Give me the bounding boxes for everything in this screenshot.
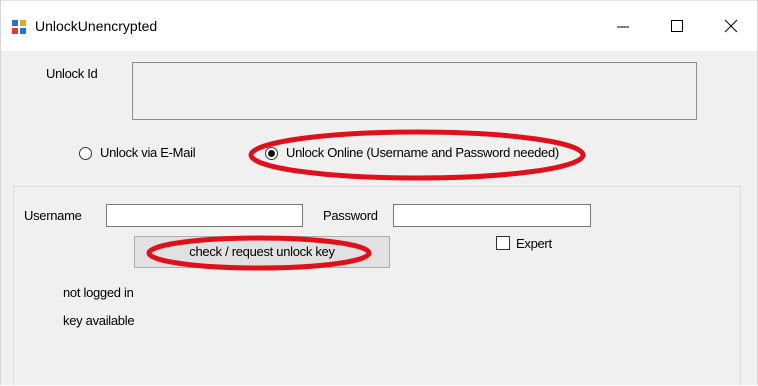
maximize-icon [671,20,683,32]
minimize-icon [617,26,629,28]
unlock-window: UnlockUnencrypted Unlock Id Unlock via E… [0,0,758,385]
close-button[interactable] [705,1,757,51]
key-status-text: key available [63,313,135,328]
login-status-text: not logged in [63,285,134,300]
window-title: UnlockUnencrypted [35,18,158,34]
radio-selected-dot [268,150,275,157]
minimize-button[interactable] [597,1,649,51]
close-icon [724,19,738,33]
windows-form-icon [11,19,27,35]
radio-online-circle[interactable] [265,147,278,160]
radio-online-label[interactable]: Unlock Online (Username and Password nee… [286,145,559,160]
expert-checkbox[interactable] [496,236,510,250]
unlock-id-label: Unlock Id [46,66,98,81]
title-bar: UnlockUnencrypted [1,0,757,51]
username-label: Username [24,208,82,223]
expert-label[interactable]: Expert [516,236,552,251]
password-input[interactable] [393,204,591,227]
username-input[interactable] [106,204,303,227]
radio-email-circle[interactable] [79,147,92,160]
unlock-id-textarea[interactable] [132,62,697,120]
check-unlock-key-button[interactable]: check / request unlock key [134,236,390,268]
radio-email-label[interactable]: Unlock via E-Mail [100,145,196,160]
password-label: Password [323,208,378,223]
maximize-button[interactable] [651,1,703,51]
